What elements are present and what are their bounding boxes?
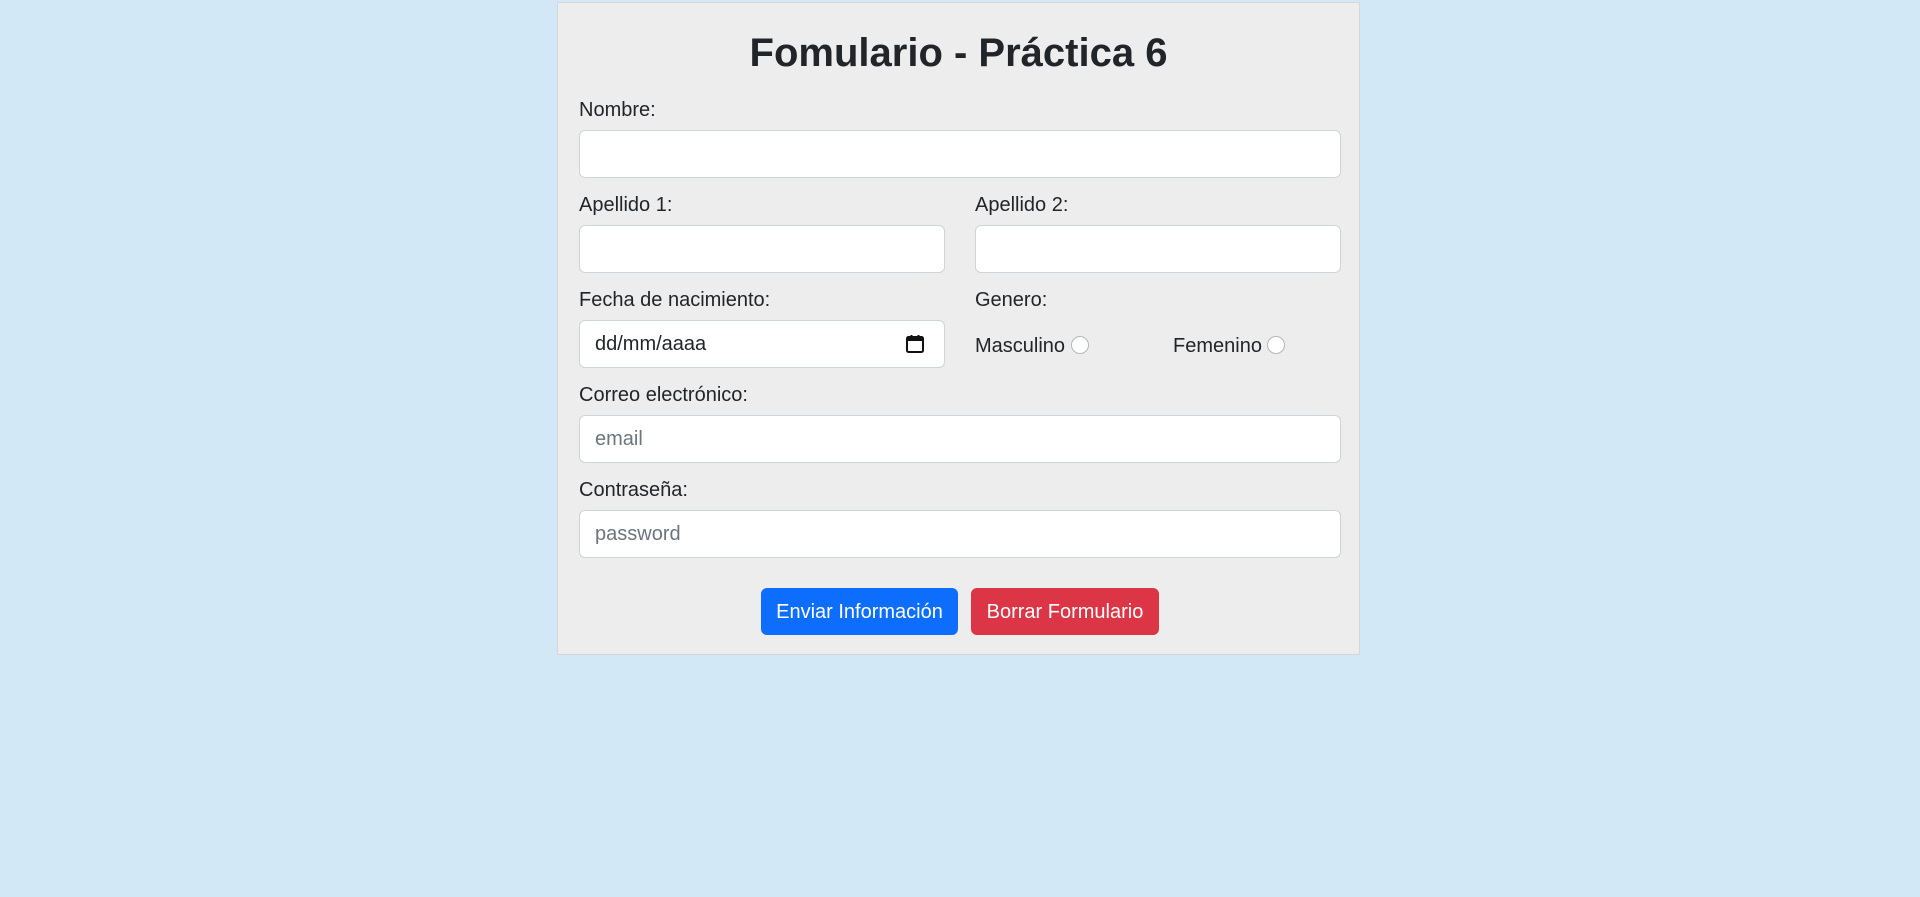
password-placeholder: password [595, 523, 681, 545]
correo-label: Correo electrónico: [579, 384, 748, 406]
password-input[interactable]: password [579, 510, 1341, 558]
calendar-icon[interactable] [905, 334, 925, 354]
nombre-input[interactable] [579, 130, 1341, 178]
femenino-radio[interactable] [1267, 336, 1285, 354]
apellido1-label: Apellido 1: [579, 194, 673, 216]
fecha-input[interactable]: dd/mm/aaaa [579, 320, 945, 368]
reset-button[interactable]: Borrar Formulario [971, 588, 1159, 635]
email-placeholder: email [595, 428, 643, 450]
genero-label: Genero: [975, 289, 1048, 311]
form-card: Fomulario - Práctica 6 Nombre: Apellido … [557, 2, 1360, 655]
page-title: Fomulario - Práctica 6 [749, 31, 1168, 75]
masculino-radio[interactable] [1071, 336, 1089, 354]
apellido2-input[interactable] [975, 225, 1341, 273]
apellido1-input[interactable] [579, 225, 945, 273]
fecha-placeholder: dd/mm/aaaa [595, 333, 707, 355]
masculino-label[interactable]: Masculino [975, 334, 1065, 358]
fecha-label: Fecha de nacimiento: [579, 289, 771, 311]
email-input[interactable]: email [579, 415, 1341, 463]
femenino-label[interactable]: Femenino [1173, 334, 1262, 358]
password-label: Contraseña: [579, 479, 688, 501]
nombre-label: Nombre: [579, 99, 656, 121]
apellido2-label: Apellido 2: [975, 194, 1069, 216]
submit-button[interactable]: Enviar Información [761, 588, 958, 635]
